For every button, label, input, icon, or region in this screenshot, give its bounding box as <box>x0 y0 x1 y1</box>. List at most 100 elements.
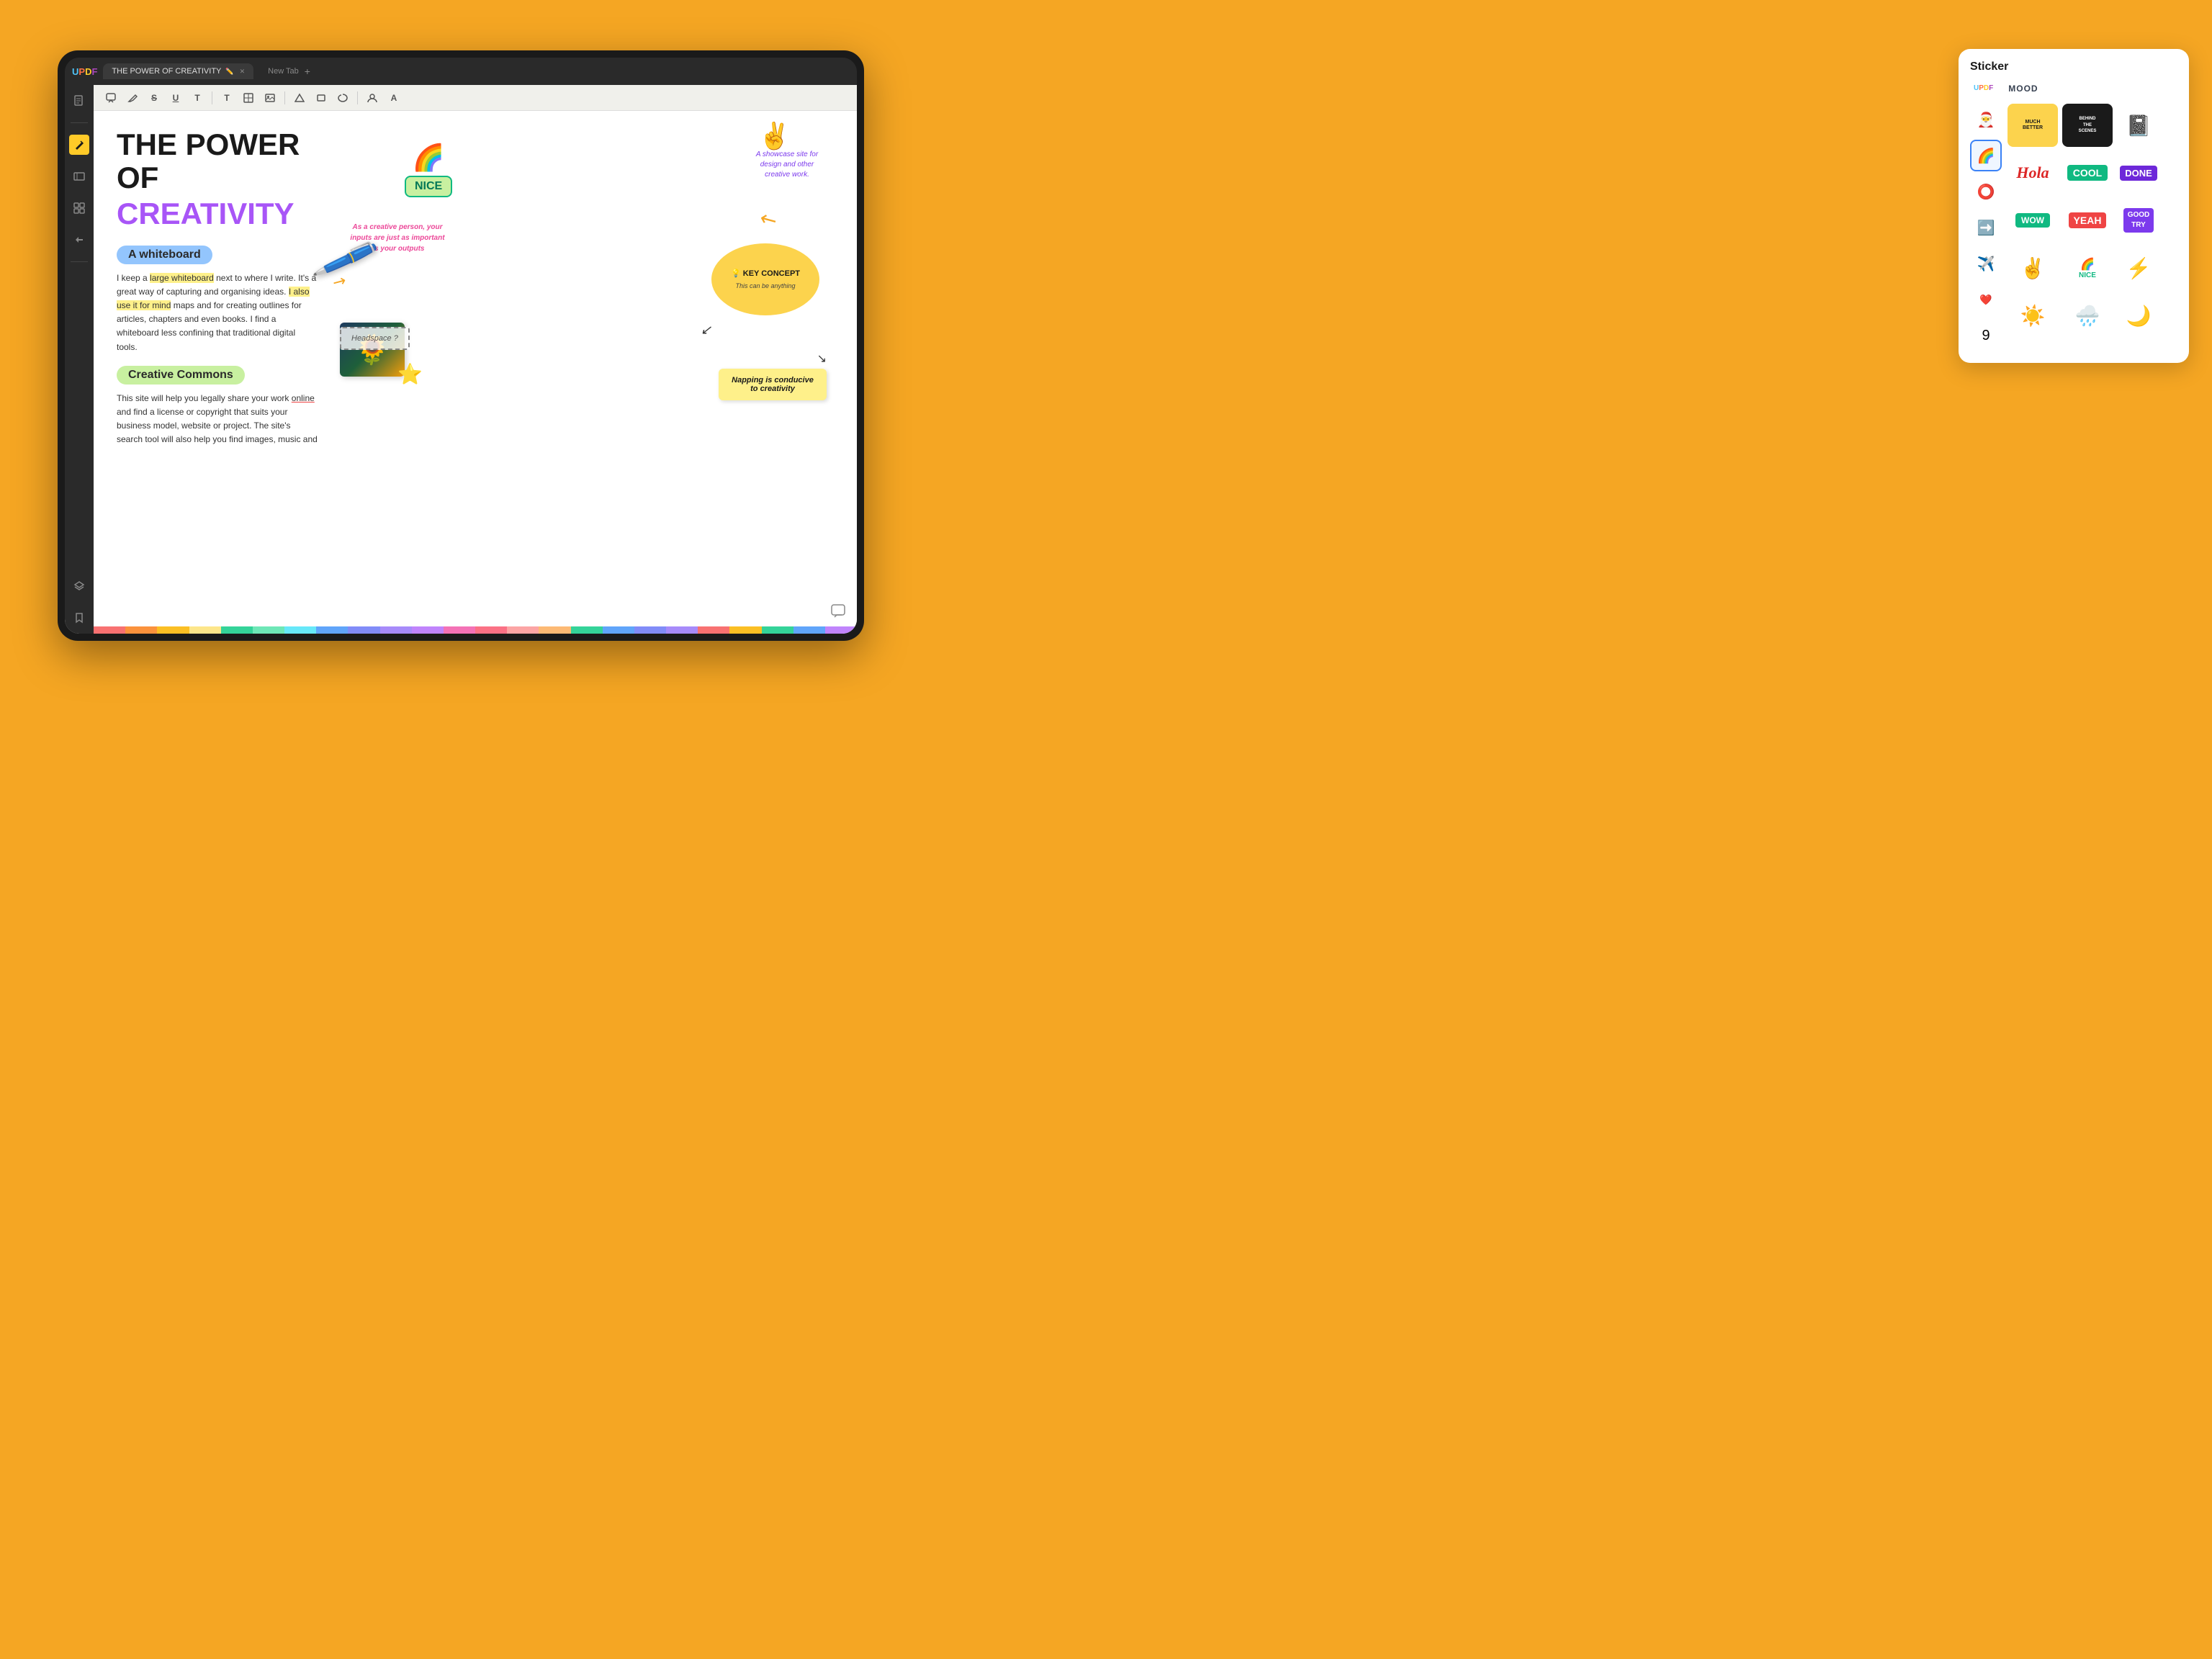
sidebar-icon-organize[interactable] <box>69 198 89 218</box>
toolbar-textbox[interactable]: T <box>218 89 235 107</box>
active-tab-label: THE POWER OF CREATIVITY <box>112 67 221 76</box>
color-seg-19 <box>666 626 698 634</box>
color-seg-15 <box>539 626 570 634</box>
color-seg-17 <box>603 626 634 634</box>
toolbar-shape-triangle[interactable] <box>291 89 308 107</box>
sticker-cat-nine[interactable]: 9 <box>1970 320 2002 351</box>
toolbar-shape-rect[interactable] <box>313 89 330 107</box>
active-tab[interactable]: THE POWER OF CREATIVITY ✏️ ✕ <box>103 63 253 79</box>
nice-badge: NICE <box>405 176 452 197</box>
sticker-hola[interactable]: Hola <box>2008 151 2058 194</box>
sidebar-icon-edit[interactable] <box>69 166 89 186</box>
color-bar <box>94 626 857 634</box>
star-icon: ⭐ <box>397 362 423 386</box>
sidebar-icon-bookmark[interactable] <box>69 608 89 628</box>
sticker-categories: UPDF MOOD <box>1970 82 2177 95</box>
color-seg-2 <box>125 626 157 634</box>
sticker-goodtry-label: GOODTRY <box>2123 208 2154 233</box>
sticker-left-col: 🎅 🌈 ⭕ ➡️ ✈️ ❤️ 9 <box>1970 104 2002 351</box>
color-seg-13 <box>475 626 507 634</box>
sticker-done-label: DONE <box>2120 166 2157 181</box>
highlight-also: I also use it for mind <box>117 287 310 310</box>
sticker-panel: Sticker UPDF MOOD 🎅 🌈 ⭕ ➡️ ✈️ ❤️ 9 MUCHB… <box>1959 49 2189 363</box>
toolbar-underline[interactable]: U <box>167 89 184 107</box>
sticker-cat-arrow[interactable]: ➡️ <box>1970 212 2002 243</box>
sticker-wow-label: WOW <box>2015 213 2050 228</box>
sticker-row-3: WOW YEAH GOODTRY <box>2008 199 2177 242</box>
sticker-muchtape-label: MUCHBETTER <box>2023 120 2043 132</box>
inactive-tab[interactable]: New Tab + <box>259 62 319 81</box>
sticker-yeah[interactable]: YEAH <box>2062 199 2113 242</box>
sticker-nice-emoji: 🌈 <box>2079 257 2096 271</box>
sticker-cloud-rain[interactable]: 🌧️ <box>2062 294 2113 337</box>
sticker-lightning[interactable]: ⚡ <box>2117 246 2160 289</box>
sticker-row-1: MUCHBETTER BEHINDTHESCENES 📓 <box>2008 104 2177 147</box>
color-seg-23 <box>793 626 825 634</box>
left-sidebar <box>65 85 94 634</box>
sticker-content: 🎅 🌈 ⭕ ➡️ ✈️ ❤️ 9 MUCHBETTER BEHINDTHESCE… <box>1970 104 2177 351</box>
doodle-arrow1: ↙ <box>701 323 711 338</box>
toolbar-strikethrough[interactable]: S <box>145 89 163 107</box>
section1-header: A whiteboard <box>117 246 212 264</box>
sticker-cat-circle[interactable]: ⭕ <box>1970 176 2002 207</box>
sticker-cat-santa[interactable]: 🎅 <box>1970 104 2002 135</box>
peace-emoji: ✌️ <box>758 121 791 151</box>
sticker-peace[interactable]: ✌️ <box>2008 246 2058 289</box>
color-seg-14 <box>507 626 539 634</box>
toolbar: S U T T <box>94 85 857 111</box>
color-seg-16 <box>571 626 603 634</box>
sticker-nice-rainbow[interactable]: 🌈 NICE <box>2062 246 2113 289</box>
sticker-cat-rainbow[interactable]: 🌈 <box>1970 140 2002 171</box>
key-concept-bubble: 💡 KEY CONCEPT This can be anything <box>711 243 819 315</box>
doc-content: THE POWER OF CREATIVITY A whiteboard I k… <box>94 111 857 634</box>
headspace-box: Headspace ? <box>340 327 410 350</box>
sidebar-icon-layers[interactable] <box>69 576 89 596</box>
sidebar-icon-pages[interactable] <box>69 91 89 111</box>
color-seg-20 <box>698 626 729 634</box>
inactive-tab-label: New Tab <box>268 67 299 76</box>
sticker-row-2: Hola COOL DONE <box>2008 151 2177 194</box>
sticker-sun[interactable]: ☀️ <box>2008 294 2058 337</box>
sticker-cat-plane[interactable]: ✈️ <box>1970 248 2002 279</box>
section2-header: Creative Commons <box>117 366 245 385</box>
color-seg-12 <box>444 626 475 634</box>
toolbar-text[interactable]: T <box>189 89 206 107</box>
sidebar-icon-annotate[interactable] <box>69 135 89 155</box>
toolbar-image[interactable] <box>261 89 279 107</box>
color-seg-8 <box>316 626 348 634</box>
toolbar-text-color[interactable]: A <box>385 89 403 107</box>
key-concept-sub: This can be anything <box>735 282 795 289</box>
toolbar-pencil[interactable] <box>124 89 141 107</box>
sidebar-icon-convert[interactable] <box>69 230 89 250</box>
sticker-goodtry[interactable]: GOODTRY <box>2117 199 2160 242</box>
color-seg-11 <box>412 626 444 634</box>
sticker-panel-title: Sticker <box>1970 60 2177 73</box>
toolbar-lasso[interactable] <box>334 89 351 107</box>
sticker-wow[interactable]: WOW <box>2008 199 2058 242</box>
color-seg-18 <box>634 626 666 634</box>
toolbar-table[interactable] <box>240 89 257 107</box>
sticker-category-mood[interactable]: MOOD <box>2008 84 2038 94</box>
sticker-row-4: ✌️ 🌈 NICE ⚡ <box>2008 246 2177 289</box>
sticker-logo[interactable]: UPDF <box>1970 82 1997 95</box>
tab-close-icon[interactable]: ✕ <box>240 68 246 76</box>
title-bar: UPDF THE POWER OF CREATIVITY ✏️ ✕ New Ta… <box>65 58 857 85</box>
doc-left-col: THE POWER OF CREATIVITY A whiteboard I k… <box>117 128 318 458</box>
sticker-cool-label: COOL <box>2067 165 2108 181</box>
sticker-moon[interactable]: 🌙 <box>2117 294 2160 337</box>
toolbar-user[interactable] <box>364 89 381 107</box>
color-seg-3 <box>157 626 189 634</box>
color-seg-10 <box>380 626 412 634</box>
chat-icon[interactable] <box>831 604 845 622</box>
sticker-behind-scenes[interactable]: BEHINDTHESCENES <box>2062 104 2113 147</box>
tab-add-icon[interactable]: + <box>305 66 310 77</box>
toolbar-comment[interactable] <box>102 89 120 107</box>
sticker-cat-heart[interactable]: ❤️ <box>1970 284 2002 315</box>
napping-note: Napping is conducive to creativity <box>719 369 827 400</box>
sticker-notebook[interactable]: 📓 <box>2117 104 2160 147</box>
sticker-behind-scenes-label: BEHINDTHESCENES <box>2079 116 2097 134</box>
sticker-muchtape[interactable]: MUCHBETTER <box>2008 104 2058 147</box>
tablet-frame: UPDF THE POWER OF CREATIVITY ✏️ ✕ New Ta… <box>58 50 864 641</box>
sticker-done[interactable]: DONE <box>2117 151 2160 194</box>
sticker-cool[interactable]: COOL <box>2062 151 2113 194</box>
